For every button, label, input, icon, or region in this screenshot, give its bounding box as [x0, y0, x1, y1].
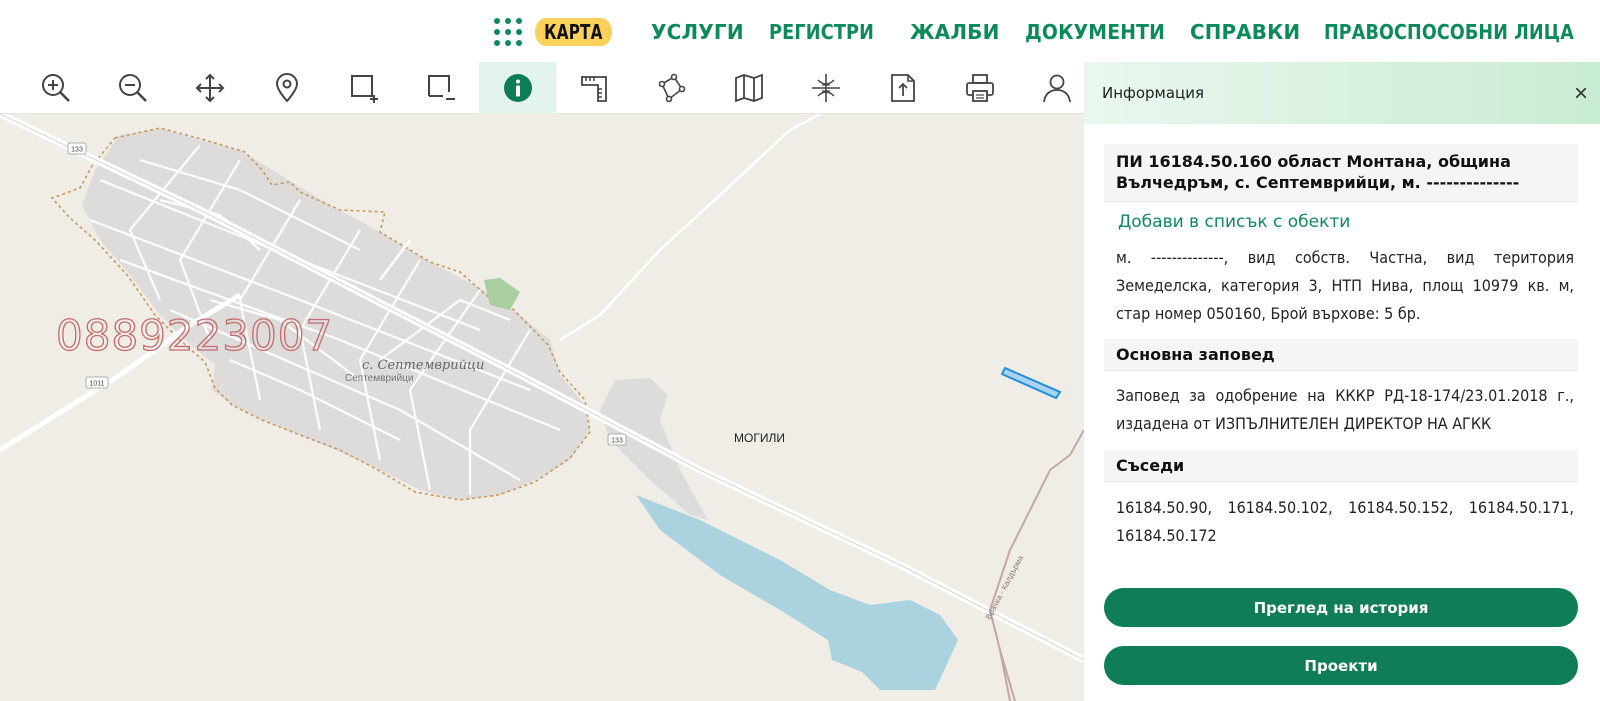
location-pin-button[interactable]: [248, 62, 325, 114]
crosshair-button[interactable]: [787, 62, 864, 114]
user-icon: [1042, 74, 1071, 103]
close-icon[interactable]: ×: [1574, 80, 1588, 108]
svg-text:133: 133: [611, 438, 623, 445]
order-text: Заповед за одобрение на КККР РД-18-174/2…: [1116, 386, 1574, 433]
order-section-title: Основна заповед: [1104, 339, 1578, 371]
zoom-out-button[interactable]: [94, 62, 171, 114]
map-canvas[interactable]: 133 133 1011 с. Септемврийци Септемврийц…: [0, 114, 1084, 701]
parcel-description: м. --------------, вид собств. Частна, в…: [1116, 248, 1574, 323]
admin-boundary: [988, 429, 1084, 701]
polygon-icon: [658, 73, 685, 103]
nav-item-complaints[interactable]: ЖАЛБИ: [910, 20, 1000, 44]
reservoir: [636, 495, 958, 690]
crosshair-icon: [811, 74, 840, 102]
parcel-heading: ПИ 16184.50.160 област Монтана, община В…: [1104, 144, 1578, 202]
select-add-button[interactable]: [325, 62, 402, 114]
road-east: [559, 114, 821, 342]
svg-text:133: 133: [71, 147, 83, 154]
select-remove-button[interactable]: [402, 62, 479, 114]
pan-icon: [195, 73, 224, 103]
road-shield: 133: [67, 142, 87, 155]
nav-item-references[interactable]: СПРАВКИ: [1190, 20, 1300, 44]
measure-icon: [580, 76, 607, 102]
road-shield: 1011: [85, 376, 109, 389]
apps-grid-icon[interactable]: [494, 18, 522, 46]
nav-item-documents[interactable]: ДОКУМЕНТИ: [1025, 20, 1165, 44]
village-sublabel: Септемврийци: [345, 373, 413, 384]
panel-header: Информация ×: [1084, 62, 1600, 124]
place-label-mogili: МОГИЛИ: [734, 431, 785, 445]
village-label: с. Септемврийци: [362, 358, 484, 373]
watermark-phone: 0889223007: [56, 311, 333, 360]
map-toolbar: [0, 62, 1084, 114]
selected-parcel: [1000, 366, 1062, 400]
zoom-in-icon: [41, 74, 70, 102]
top-navigation: КАРТА УСЛУГИ РЕГИСТРИ ЖАЛБИ ДОКУМЕНТИ СП…: [0, 0, 1600, 62]
info-icon: [503, 74, 532, 102]
nav-item-registers[interactable]: РЕГИСТРИ: [769, 20, 874, 44]
location-pin-icon: [275, 73, 298, 103]
projects-button[interactable]: Проекти: [1104, 646, 1578, 685]
neighbors-section-title: Съседи: [1104, 450, 1578, 482]
measure-button[interactable]: [556, 62, 633, 114]
export-icon: [890, 74, 915, 102]
select-remove-icon: [427, 75, 455, 100]
info-panel: Информация × ПИ 16184.50.160 област Монт…: [1084, 62, 1600, 701]
map-layers-button[interactable]: [710, 62, 787, 114]
svg-text:1011: 1011: [89, 381, 104, 388]
pan-button[interactable]: [171, 62, 248, 114]
export-button[interactable]: [864, 62, 941, 114]
map-layers-icon: [734, 73, 763, 103]
neighbors-text: 16184.50.90, 16184.50.102, 16184.50.152,…: [1116, 498, 1574, 545]
zoom-out-icon: [118, 74, 147, 102]
print-button[interactable]: [941, 62, 1018, 114]
road-shield: 133: [607, 433, 627, 446]
add-to-list-link[interactable]: Добави в списък с обекти: [1118, 212, 1350, 232]
info-button[interactable]: [479, 62, 556, 114]
select-add-icon: [350, 75, 378, 103]
panel-title: Информация: [1102, 84, 1205, 102]
nav-item-map[interactable]: КАРТА: [535, 18, 612, 46]
print-icon: [965, 74, 994, 102]
zoom-in-button[interactable]: [17, 62, 94, 114]
nav-item-licensed-persons[interactable]: ПРАВОСПОСОБНИ ЛИЦА: [1324, 20, 1574, 44]
nav-item-services[interactable]: УСЛУГИ: [651, 20, 744, 44]
polygon-button[interactable]: [633, 62, 710, 114]
history-button[interactable]: Преглед на история: [1104, 588, 1578, 627]
